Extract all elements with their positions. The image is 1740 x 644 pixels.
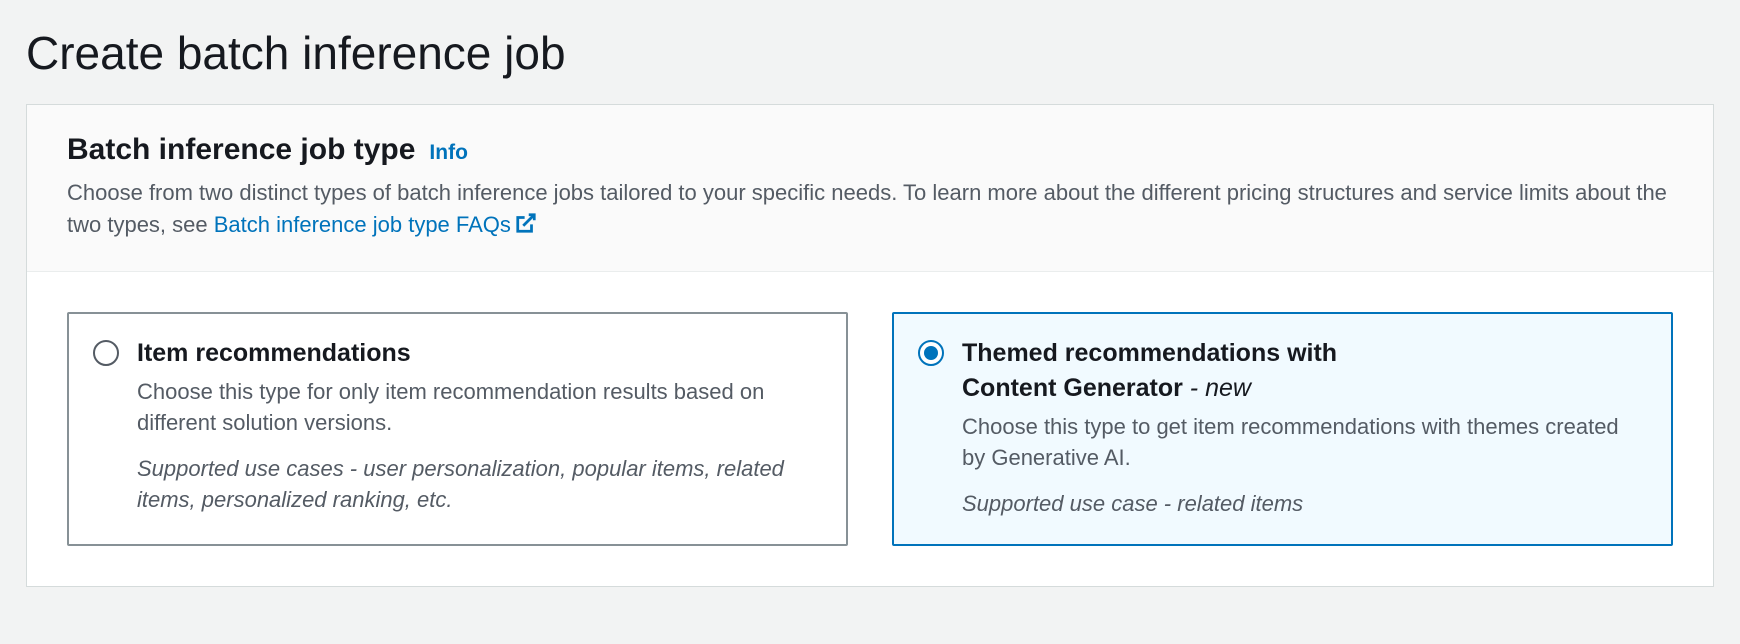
option-item-recommendations[interactable]: Item recommendations Choose this type fo… bbox=[67, 312, 848, 546]
external-link-icon bbox=[515, 211, 537, 243]
panel-title-row: Batch inference job type Info bbox=[67, 133, 1673, 167]
title-line2: Content Generator bbox=[962, 374, 1183, 402]
option-supported: Supported use case - related items bbox=[962, 489, 1647, 520]
options-container: Item recommendations Choose this type fo… bbox=[27, 272, 1713, 586]
faq-link-text: Batch inference job type FAQs bbox=[214, 212, 511, 237]
option-description: Choose this type to get item recommendat… bbox=[962, 412, 1647, 474]
section-description: Choose from two distinct types of batch … bbox=[67, 177, 1673, 243]
panel-header: Batch inference job type Info Choose fro… bbox=[27, 105, 1713, 272]
option-description: Choose this type for only item recommend… bbox=[137, 377, 822, 439]
title-line1: Themed recommendations with bbox=[962, 339, 1337, 367]
option-themed-recommendations[interactable]: Themed recommendations with Content Gene… bbox=[892, 312, 1673, 546]
option-supported: Supported use cases - user personalizati… bbox=[137, 454, 822, 516]
job-type-panel: Batch inference job type Info Choose fro… bbox=[26, 104, 1714, 587]
radio-icon bbox=[93, 340, 119, 366]
section-title: Batch inference job type bbox=[67, 133, 415, 167]
radio-icon bbox=[918, 340, 944, 366]
new-badge: - new bbox=[1183, 374, 1251, 402]
faq-link[interactable]: Batch inference job type FAQs bbox=[214, 212, 537, 237]
option-title: Themed recommendations with Content Gene… bbox=[962, 336, 1647, 406]
tile-body: Item recommendations Choose this type fo… bbox=[137, 336, 822, 516]
option-title: Item recommendations bbox=[137, 336, 822, 371]
tile-body: Themed recommendations with Content Gene… bbox=[962, 336, 1647, 520]
info-link[interactable]: Info bbox=[429, 141, 467, 165]
page-title: Create batch inference job bbox=[0, 0, 1740, 104]
